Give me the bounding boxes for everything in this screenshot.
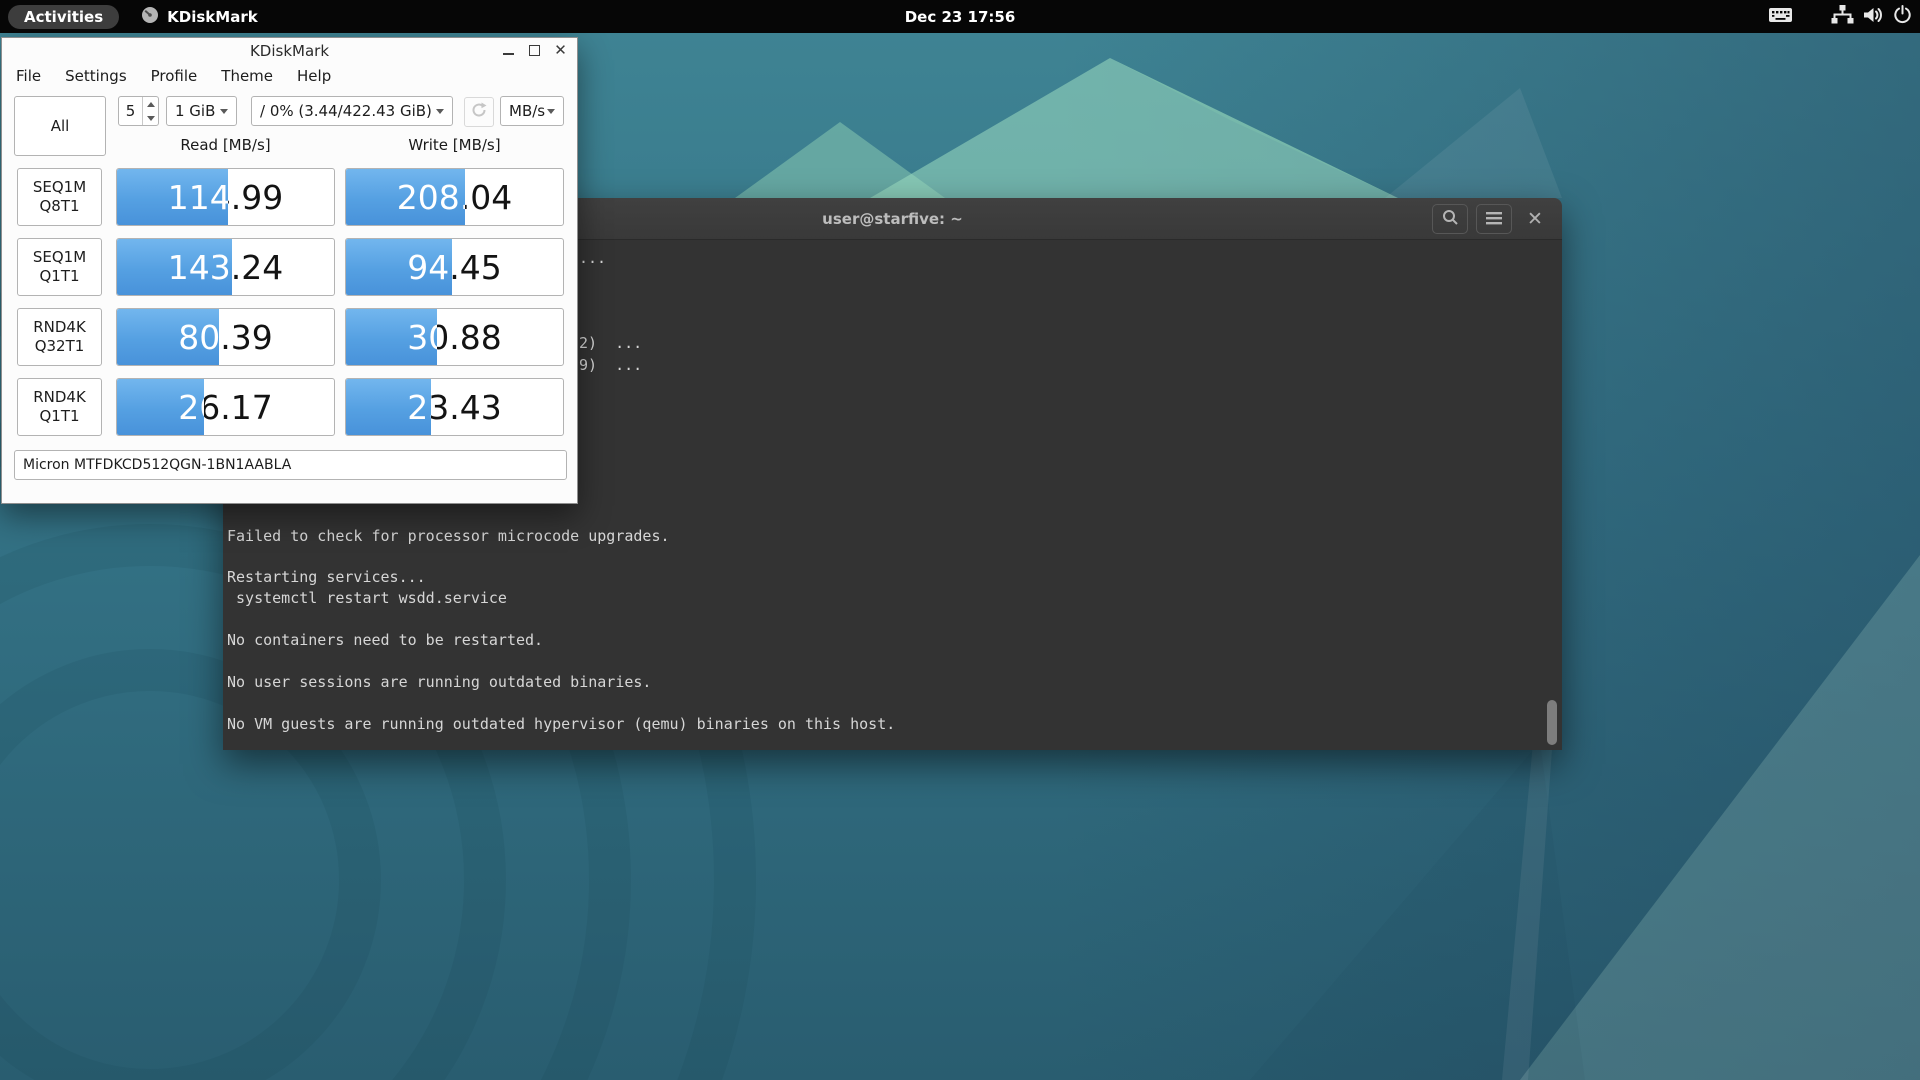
write-result-cell: 94.45 94.45: [345, 238, 564, 296]
terminal-output-line: 9) ...: [579, 355, 642, 375]
write-bar: 208.04: [346, 169, 465, 225]
write-value-overlay: 208.04: [346, 169, 465, 225]
keyboard-layout-icon[interactable]: [1768, 6, 1793, 27]
write-value-overlay: 23.43: [346, 379, 431, 435]
menu-help[interactable]: Help: [297, 67, 331, 85]
activities-button[interactable]: Activities: [8, 5, 119, 29]
terminal-search-button[interactable]: [1432, 204, 1468, 234]
menu-theme[interactable]: Theme: [221, 67, 273, 85]
unit-value: MB/s: [509, 102, 547, 120]
all-tests-button[interactable]: All: [14, 96, 106, 156]
test-label: SEQ1M: [33, 178, 86, 197]
chevron-down-icon: [220, 109, 228, 114]
clock[interactable]: Dec 23 17:56: [0, 8, 1920, 26]
terminal-output-line: systemctl restart wsdd.service: [227, 588, 507, 608]
read-result-cell: 143.24 143.24: [116, 238, 335, 296]
focused-app-name: KDiskMark: [167, 8, 258, 26]
test-label: SEQ1M: [33, 248, 86, 267]
write-column-header: Write [MB/s]: [345, 136, 564, 154]
unit-dropdown[interactable]: MB/s: [500, 96, 564, 126]
read-value-overlay: 143.24: [117, 239, 232, 295]
search-icon: [1442, 209, 1459, 230]
read-result-cell: 114.99 114.99: [116, 168, 335, 226]
hamburger-icon: [1486, 210, 1502, 229]
terminal-menu-button[interactable]: [1476, 204, 1512, 234]
read-bar: 26.17: [117, 379, 204, 435]
test-size-dropdown[interactable]: 1 GiB: [166, 96, 237, 126]
kdiskmark-window: KDiskMark ✕ File Settings Profile Theme …: [1, 37, 578, 504]
terminal-close-button[interactable]: ✕: [1520, 204, 1550, 234]
top-bar: Activities KDiskMark Dec 23 17:56: [0, 0, 1920, 33]
spinner-down-icon[interactable]: [143, 111, 158, 125]
maximize-button[interactable]: [528, 44, 541, 57]
test-label: Q1T1: [39, 267, 79, 286]
write-bar: 23.43: [346, 379, 431, 435]
window-title: KDiskMark: [250, 42, 329, 60]
test-label: Q1T1: [39, 407, 79, 426]
menu-file[interactable]: File: [16, 67, 41, 85]
loop-count-spinner[interactable]: 5: [118, 96, 159, 126]
gauge-icon: [141, 6, 159, 28]
shell-prompt: user@starfive:~$: [227, 730, 467, 750]
power-icon[interactable]: [1893, 5, 1912, 28]
read-value-overlay: 80.39: [117, 309, 219, 365]
minimize-button[interactable]: [502, 44, 515, 57]
spinner-up-icon[interactable]: [143, 97, 158, 111]
refresh-drives-button[interactable]: [464, 97, 494, 127]
read-bar: 114.99: [117, 169, 228, 225]
test-button-seq1m-q8t1[interactable]: SEQ1M Q8T1: [17, 168, 102, 226]
write-result-cell: 30.88 30.88: [345, 308, 564, 366]
read-value-overlay: 114.99: [117, 169, 228, 225]
target-drive-value: / 0% (3.44/422.43 GiB): [260, 102, 436, 120]
terminal-output-line: ...: [579, 248, 606, 268]
test-button-seq1m-q1t1[interactable]: SEQ1M Q1T1: [17, 238, 102, 296]
read-bar: 80.39: [117, 309, 219, 365]
read-column-header: Read [MB/s]: [116, 136, 335, 154]
write-result-cell: 208.04 208.04: [345, 168, 564, 226]
volume-icon[interactable]: [1863, 6, 1884, 28]
menu-settings[interactable]: Settings: [65, 67, 127, 85]
chevron-down-icon: [436, 109, 444, 114]
loop-count-value: 5: [119, 102, 142, 120]
read-result-cell: 26.17 26.17: [116, 378, 335, 436]
terminal-output-line: Failed to check for processor microcode …: [227, 526, 670, 546]
test-label: Q8T1: [39, 197, 79, 216]
wired-network-icon[interactable]: [1831, 5, 1854, 28]
close-icon: ✕: [1527, 208, 1543, 230]
write-bar: 30.88: [346, 309, 437, 365]
write-bar: 94.45: [346, 239, 452, 295]
chevron-down-icon: [547, 109, 555, 114]
terminal-output-line: No containers need to be restarted.: [227, 630, 543, 650]
test-button-rnd4k-q1t1[interactable]: RND4K Q1T1: [17, 378, 102, 436]
menu-bar: File Settings Profile Theme Help: [2, 63, 577, 89]
device-name: Micron MTFDKCD512QGN-1BN1AABLA: [23, 457, 291, 473]
kdiskmark-titlebar[interactable]: KDiskMark ✕: [2, 38, 577, 63]
read-value-overlay: 26.17: [117, 379, 204, 435]
test-button-rnd4k-q32t1[interactable]: RND4K Q32T1: [17, 308, 102, 366]
focused-app-indicator[interactable]: KDiskMark: [141, 6, 258, 28]
write-result-cell: 23.43 23.43: [345, 378, 564, 436]
terminal-output-line: No user sessions are running outdated bi…: [227, 672, 651, 692]
write-value-overlay: 94.45: [346, 239, 452, 295]
desktop: Activities KDiskMark Dec 23 17:56: [0, 0, 1920, 1080]
target-drive-dropdown[interactable]: / 0% (3.44/422.43 GiB): [251, 96, 453, 126]
terminal-output-line: Restarting services...: [227, 567, 426, 587]
read-bar: 143.24: [117, 239, 232, 295]
device-name-field[interactable]: Micron MTFDKCD512QGN-1BN1AABLA: [14, 450, 567, 480]
write-value-overlay: 30.88: [346, 309, 437, 365]
test-label: Q32T1: [35, 337, 85, 356]
menu-profile[interactable]: Profile: [151, 67, 198, 85]
terminal-title: user@starfive: ~: [822, 210, 963, 228]
test-label: RND4K: [33, 388, 86, 407]
test-label: RND4K: [33, 318, 86, 337]
terminal-output-line: 2) ...: [579, 333, 642, 353]
refresh-icon: [471, 102, 487, 122]
test-size-value: 1 GiB: [175, 102, 220, 120]
read-result-cell: 80.39 80.39: [116, 308, 335, 366]
terminal-scrollbar[interactable]: [1547, 700, 1557, 745]
close-button[interactable]: ✕: [554, 44, 567, 57]
